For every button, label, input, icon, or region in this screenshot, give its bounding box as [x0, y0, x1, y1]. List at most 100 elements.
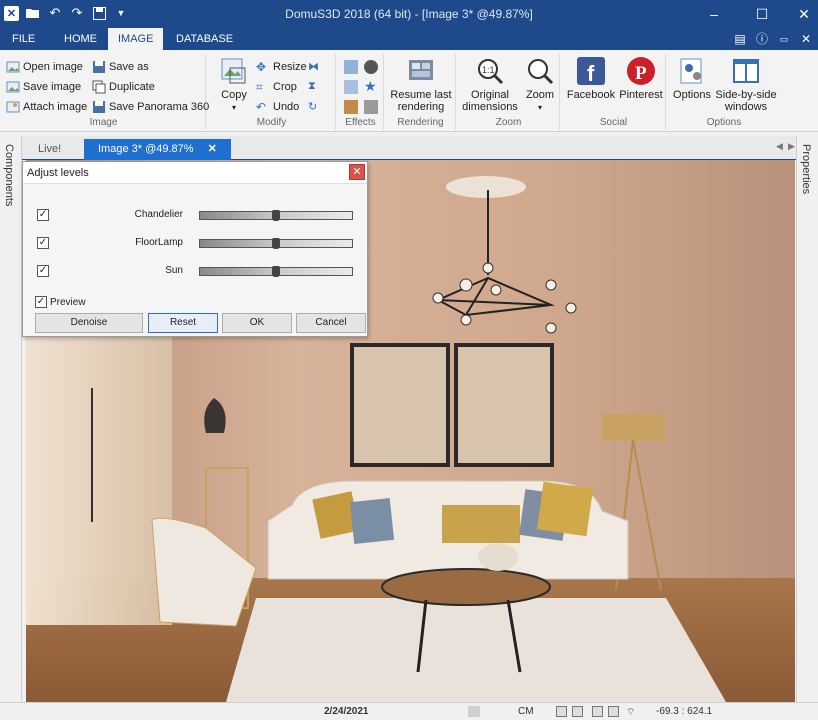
zoom-group-label: Zoom: [495, 117, 522, 128]
tab-scroll-right-icon[interactable]: ▶: [788, 141, 795, 152]
layout-icon[interactable]: ▤: [732, 31, 748, 47]
save-as-icon: [93, 61, 105, 73]
save-as-button[interactable]: Save as: [92, 58, 149, 76]
resize-button[interactable]: ✥ Resize: [256, 58, 307, 76]
close-tab-icon[interactable]: ✕: [208, 143, 217, 155]
floorlamp-slider-thumb[interactable]: [272, 238, 280, 249]
status-unit[interactable]: CM: [518, 706, 534, 717]
resume-rendering-button[interactable]: Resume last rendering: [388, 56, 454, 113]
duplicate-button[interactable]: Duplicate: [92, 78, 155, 96]
side-by-side-button[interactable]: Side-by-side windows: [714, 56, 778, 113]
save-image-button[interactable]: Save image: [6, 78, 81, 96]
zoom-button[interactable]: Zoom ▾: [522, 56, 558, 114]
cancel-button[interactable]: Cancel: [296, 313, 366, 333]
social-group: f Facebook P Pinterest Social: [562, 54, 666, 130]
attach-image-button[interactable]: Attach image: [6, 98, 87, 116]
status-date: 2/24/2021: [324, 706, 369, 717]
maximize-icon[interactable]: ☐: [752, 4, 772, 24]
tab-image[interactable]: IMAGE: [108, 28, 164, 50]
tab-live[interactable]: Live!: [24, 139, 75, 160]
social-group-label: Social: [599, 117, 628, 128]
open-image-button[interactable]: Open image: [6, 58, 83, 76]
close-icon[interactable]: ✕: [794, 4, 814, 24]
preview-checkbox[interactable]: ✓: [35, 296, 47, 308]
effect-star-icon[interactable]: ★: [364, 78, 378, 94]
light-row-sun: ✓ Sun: [23, 264, 367, 280]
reset-button[interactable]: Reset: [148, 313, 218, 333]
dialog-close-icon[interactable]: ✕: [349, 164, 365, 180]
pinterest-icon: P: [627, 57, 655, 85]
tab-file[interactable]: FILE: [2, 28, 45, 50]
effect-landscape-icon[interactable]: [344, 60, 358, 74]
options-group-label: Options: [706, 117, 742, 128]
floorlamp-slider[interactable]: [199, 238, 353, 249]
pinterest-button[interactable]: P Pinterest: [616, 56, 666, 101]
flip-horizontal-icon[interactable]: ⧓: [308, 60, 322, 74]
info-icon[interactable]: ⓘ: [754, 31, 770, 47]
ortho-icon[interactable]: [592, 706, 603, 717]
coffee-table: [381, 568, 551, 606]
attach-image-icon: [6, 101, 20, 113]
zoom-group: 1:1 Original dimensions Zoom ▾ Zoom: [458, 54, 560, 130]
denoise-button[interactable]: Denoise: [35, 313, 143, 333]
crop-button[interactable]: ⌗ Crop: [256, 78, 297, 96]
tab-image-3-label: Image 3* @49.87%: [98, 143, 194, 155]
image-group-label: Image: [89, 117, 118, 128]
sun-slider[interactable]: [199, 266, 353, 277]
floorlamp-checkbox[interactable]: ✓: [37, 237, 49, 249]
ribbon-close-icon[interactable]: ✕: [798, 31, 814, 47]
status-coordinates: -69.3 : 624.1: [656, 706, 713, 717]
facebook-icon: f: [577, 57, 605, 86]
zoom-original-icon: 1:1: [478, 59, 504, 85]
image-group: Open image Save image Attach image Save …: [2, 54, 209, 130]
ribbon-tabs: FILE HOME IMAGE DATABASE ▤ ⓘ ▭ ✕: [0, 28, 818, 50]
chandelier-checkbox[interactable]: ✓: [37, 209, 49, 221]
facebook-button[interactable]: f Facebook: [566, 56, 616, 101]
tab-scroll-left-icon[interactable]: ◀: [776, 141, 783, 152]
save-panorama-button[interactable]: Save Panorama 360: [92, 98, 209, 116]
chandelier-slider-thumb[interactable]: [272, 210, 280, 221]
title-bar: ✕ ↶ ↷ ▼ DomuS3D 2018 (64 bit) - [Image 3…: [0, 0, 818, 28]
tab-image-3[interactable]: Image 3* @49.87% ✕: [84, 139, 231, 160]
dialog-titlebar[interactable]: Adjust levels ✕: [23, 162, 367, 184]
panorama-icon: [93, 101, 105, 113]
window-title: DomuS3D 2018 (64 bit) - [Image 3* @49.87…: [285, 7, 533, 21]
rendering-icon: [409, 60, 433, 80]
crop-icon: ⌗: [256, 80, 263, 94]
sun-label: Sun: [165, 265, 183, 276]
snap-point-icon[interactable]: [608, 706, 619, 717]
preview-toggle[interactable]: ✓ Preview: [35, 296, 86, 308]
duplicate-icon: [92, 80, 106, 94]
minimize-icon[interactable]: –: [704, 4, 724, 24]
resize-icon: ✥: [256, 60, 267, 74]
sun-slider-thumb[interactable]: [272, 266, 280, 277]
document-tabs: Live! Image 3* @49.87% ✕ ◀ ▶: [22, 136, 796, 160]
tab-database[interactable]: DATABASE: [166, 28, 243, 50]
flip-vertical-icon[interactable]: ⧗: [308, 80, 322, 94]
effect-gray-icon[interactable]: [364, 100, 378, 114]
properties-panel-tab[interactable]: Properties: [796, 136, 818, 702]
floor-lamp-shade: [602, 414, 664, 440]
effect-sepia-icon[interactable]: [344, 100, 358, 114]
chandelier-slider[interactable]: [199, 210, 353, 221]
snap-object-icon[interactable]: [572, 706, 583, 717]
components-panel-tab[interactable]: Components: [0, 136, 22, 702]
effect-colors-icon[interactable]: [344, 80, 358, 94]
options-button[interactable]: Options: [670, 56, 714, 101]
original-dimensions-button[interactable]: 1:1 Original dimensions: [460, 56, 520, 113]
status-indicator-icon: [468, 706, 480, 717]
copy-button[interactable]: Copy ▾: [214, 56, 254, 114]
tab-home[interactable]: HOME: [54, 28, 107, 50]
side-by-side-icon: [733, 59, 759, 83]
effect-sphere-icon[interactable]: [364, 60, 378, 74]
preview-label: Preview: [50, 296, 86, 308]
rotate-icon[interactable]: ↻: [308, 100, 322, 114]
sun-checkbox[interactable]: ✓: [37, 265, 49, 277]
snap-grid-icon[interactable]: [556, 706, 567, 717]
open-image-icon: [6, 61, 20, 73]
undo-button[interactable]: ↶ Undo: [256, 98, 299, 116]
ok-button[interactable]: OK: [222, 313, 292, 333]
ribbon-restore-icon[interactable]: ▭: [776, 31, 792, 47]
chandelier-label: Chandelier: [134, 209, 183, 220]
curtain-window: [26, 325, 172, 625]
